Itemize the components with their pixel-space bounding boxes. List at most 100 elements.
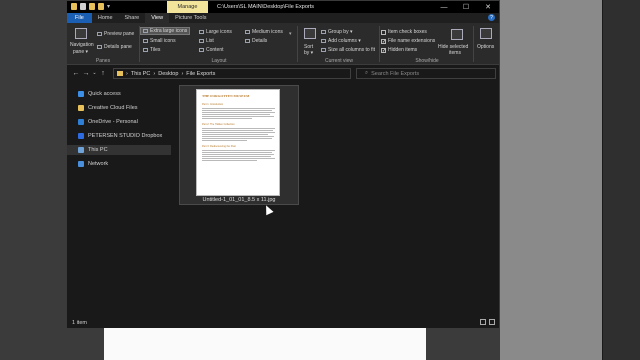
add-columns-button[interactable]: Add columns ▾: [321, 38, 361, 44]
sidebar-item-dropbox[interactable]: PETERSEN STUDIO Dropbox: [67, 131, 171, 141]
details-pane-button[interactable]: Details pane: [97, 44, 132, 50]
options-button[interactable]: Options: [477, 44, 494, 50]
sidebar-item-onedrive[interactable]: OneDrive - Personal: [67, 117, 171, 127]
thumbnail-text-line: [202, 134, 268, 135]
navigation-pane: Quick access Creative Cloud Files OneDri…: [67, 83, 171, 317]
window-title: C:\Users\SL MAIN\Desktop\File Exports: [217, 4, 314, 10]
add-columns-label: Add columns ▾: [328, 38, 361, 44]
details-view-icon[interactable]: [480, 319, 486, 325]
sort-by-dropdown[interactable]: by ▾: [304, 50, 313, 56]
tiles-option[interactable]: Tiles: [143, 47, 160, 53]
extra-large-icons-option[interactable]: Extra large icons: [139, 27, 191, 35]
navigation-pane-dropdown[interactable]: pane ▾: [73, 49, 88, 55]
minimize-button[interactable]: —: [433, 1, 455, 13]
title-bar: ▾ Manage C:\Users\SL MAIN\Desktop\File E…: [67, 1, 499, 13]
item-count: 1 item: [72, 319, 87, 326]
preview-pane-label: Preview pane: [104, 31, 135, 37]
file-explorer-window: ▾ Manage C:\Users\SL MAIN\Desktop\File E…: [66, 0, 500, 328]
tab-home[interactable]: Home: [92, 13, 119, 23]
status-bar: 1 item: [67, 317, 499, 328]
hide-selected-button-line2[interactable]: items: [449, 50, 461, 56]
file-name-extensions-checkbox[interactable]: ✓: [381, 38, 386, 44]
back-arrow-icon[interactable]: ←: [71, 70, 81, 77]
medium-icons-option[interactable]: Medium icons: [245, 29, 283, 35]
layout-group-label: Layout: [211, 58, 227, 64]
folder-icon: [117, 71, 123, 76]
folder-icon[interactable]: [71, 3, 77, 10]
hidden-items-checkbox[interactable]: ✓: [381, 47, 386, 53]
group-by-label: Group by ▾: [328, 29, 353, 35]
navigation-pane-button[interactable]: Navigation: [70, 42, 94, 48]
options-icon: [480, 28, 492, 39]
help-icon[interactable]: ?: [488, 14, 495, 21]
small-icons-label: Small icons: [150, 38, 176, 44]
file-list: THE FORGOTTEN MUSEUM Part 1: Introductio…: [171, 83, 499, 317]
item-check-boxes-toggle[interactable]: Item check boxes: [381, 29, 427, 35]
file-item[interactable]: THE FORGOTTEN MUSEUM Part 1: Introductio…: [179, 85, 299, 205]
thumbnail-heading: Part 1: Introduction: [202, 103, 224, 106]
hidden-items-toggle[interactable]: ✓ Hidden items: [381, 47, 417, 53]
navigation-pane-icon: [75, 28, 87, 39]
file-name-extensions-label: File name extensions: [388, 38, 436, 44]
size-all-columns-button[interactable]: Size all columns to fit: [321, 47, 375, 53]
thumbnail-heading: Part 3: Rediscovering the Past: [202, 145, 236, 148]
breadcrumb-separator: ›: [153, 70, 156, 77]
forward-arrow-icon[interactable]: →: [81, 70, 91, 77]
sidebar-item-creative-cloud[interactable]: Creative Cloud Files: [67, 103, 171, 113]
sidebar-item-label: Creative Cloud Files: [88, 105, 138, 111]
large-icons-option[interactable]: Large icons: [199, 29, 232, 35]
ribbon-separator: [139, 26, 140, 62]
undo-icon[interactable]: [98, 3, 104, 10]
thumbnail-text-line: [202, 118, 252, 119]
close-button[interactable]: ✕: [477, 1, 499, 13]
tab-file[interactable]: File: [67, 13, 92, 23]
large-icons-view-icon[interactable]: [489, 319, 495, 325]
content-option[interactable]: Content: [199, 47, 224, 53]
search-icon: ⌕: [365, 70, 369, 76]
preview-pane-button[interactable]: Preview pane: [97, 31, 134, 37]
thumbnail-text-line: [202, 160, 257, 161]
list-icon: [199, 39, 204, 43]
file-thumbnail: THE FORGOTTEN MUSEUM Part 1: Introductio…: [196, 89, 280, 196]
tab-share[interactable]: Share: [119, 13, 146, 23]
customize-qat-icon[interactable]: ▾: [107, 3, 110, 10]
sidebar-item-label: OneDrive - Personal: [88, 119, 138, 125]
medium-icons-icon: [245, 30, 250, 34]
hide-selected-icon: [451, 29, 463, 40]
hidden-items-label: Hidden items: [388, 47, 418, 53]
file-name-extensions-toggle[interactable]: ✓ File name extensions: [381, 38, 435, 44]
up-arrow-icon[interactable]: ↑: [98, 70, 108, 77]
content-icon: [199, 48, 204, 52]
tab-view[interactable]: View: [145, 13, 170, 23]
breadcrumb-file-exports[interactable]: File Exports: [186, 71, 215, 77]
panes-group: Navigation pane ▾ Preview pane Details p…: [67, 25, 139, 65]
search-placeholder: Search File Exports: [371, 70, 420, 77]
sidebar-item-quick-access[interactable]: Quick access: [67, 89, 171, 99]
sidebar-item-label: This PC: [88, 147, 108, 153]
tab-picture-tools[interactable]: Picture Tools: [169, 13, 212, 23]
new-folder-icon[interactable]: [89, 3, 95, 10]
details-label: Details: [252, 38, 268, 44]
details-option[interactable]: Details: [245, 38, 267, 44]
search-box[interactable]: ⌕ Search File Exports: [356, 68, 496, 79]
recent-locations-icon[interactable]: ⌄: [91, 70, 98, 76]
sidebar-item-network[interactable]: Network: [67, 159, 171, 169]
star-icon: [78, 91, 84, 97]
manage-context-tab[interactable]: Manage: [167, 1, 208, 13]
list-option[interactable]: List: [199, 38, 214, 44]
sidebar-item-this-pc[interactable]: This PC: [67, 145, 171, 155]
layout-scroll-icon[interactable]: ▾: [289, 31, 292, 37]
details-icon: [245, 39, 250, 43]
item-check-boxes-checkbox[interactable]: [381, 29, 386, 35]
breadcrumb-this-pc[interactable]: This PC: [131, 71, 151, 77]
extra-large-icons-label: Extra large icons: [150, 28, 188, 34]
thumbnail-text-line: [202, 116, 274, 117]
extra-large-icons-icon: [143, 29, 148, 33]
small-icons-option[interactable]: Small icons: [143, 38, 176, 44]
maximize-button[interactable]: ☐: [455, 1, 477, 13]
address-bar[interactable]: › This PC › Desktop › File Exports: [113, 68, 351, 79]
network-icon: [78, 161, 84, 167]
properties-icon[interactable]: [80, 3, 86, 10]
breadcrumb-desktop[interactable]: Desktop: [158, 71, 178, 77]
group-by-button[interactable]: Group by ▾: [321, 29, 352, 35]
